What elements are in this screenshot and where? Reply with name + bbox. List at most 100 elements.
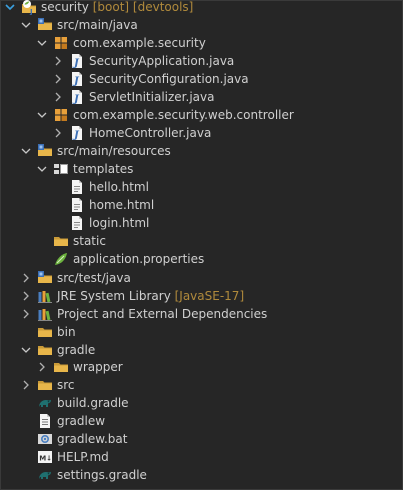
tree-item[interactable]: login.html: [1, 214, 402, 232]
chevron-right-icon[interactable]: [51, 88, 65, 106]
chevron-down-icon[interactable]: [35, 160, 49, 178]
chevron-right-icon[interactable]: [51, 124, 65, 142]
chevron-right-icon[interactable]: [19, 269, 33, 287]
tree-item-name: build.gradle: [57, 396, 129, 410]
tree-item[interactable]: src/test/java: [1, 269, 402, 287]
chevron-right-icon[interactable]: [51, 70, 65, 88]
tree-item-name: com.example.security: [73, 36, 206, 50]
tree-item-name: src/main/resources: [57, 144, 171, 158]
chevron-right-icon[interactable]: [19, 376, 33, 394]
tree-item-name: src: [57, 378, 75, 392]
chevron-down-icon[interactable]: [19, 142, 33, 160]
tree-item-decoration: [boot] [devtools]: [88, 0, 194, 14]
tree-item-label: templates: [73, 160, 133, 178]
properties-file-icon: [53, 251, 69, 267]
tree-item-label: gradle: [57, 341, 95, 359]
tree-item[interactable]: J SecurityConfiguration.java: [1, 70, 402, 88]
tree-item[interactable]: build.gradle: [1, 394, 402, 412]
tree-item[interactable]: home.html: [1, 196, 402, 214]
folder-icon: [37, 342, 53, 358]
tree-item-label: Project and External Dependencies: [57, 305, 267, 323]
chevron-right-icon[interactable]: [35, 358, 49, 376]
tree-item-label: gradlew.bat: [57, 430, 127, 448]
tree-item-label: src: [57, 376, 75, 394]
java-file-icon: J: [69, 125, 85, 141]
tree-item[interactable]: static: [1, 232, 402, 250]
tree-item-label: HomeController.java: [89, 124, 211, 142]
bat-file-icon: [37, 431, 53, 447]
html-file-icon: [69, 197, 85, 213]
tree-item[interactable]: application.properties: [1, 250, 402, 268]
tree-item[interactable]: bin: [1, 323, 402, 341]
tree-item[interactable]: src/main/java: [1, 16, 402, 34]
chevron-right-icon[interactable]: [51, 52, 65, 70]
tree-item-name: bin: [57, 325, 76, 339]
html-file-icon: [69, 215, 85, 231]
tree-item-name: gradlew.bat: [57, 432, 128, 446]
tree-item-label: JRE System Library [JavaSE-17]: [57, 287, 244, 305]
tree-item-name: security: [41, 0, 89, 14]
tree-item-name: HELP.md: [57, 450, 109, 464]
tree-item-label: src/test/java: [57, 269, 131, 287]
tree-item[interactable]: templates: [1, 160, 402, 178]
gradle-file-icon: [37, 395, 53, 411]
folder-icon: [53, 359, 69, 375]
tree-item-label: SecurityApplication.java: [89, 52, 234, 70]
source-folder-icon: [37, 17, 53, 33]
tree-item-label: settings.gradle: [57, 466, 147, 484]
java-file-icon: J: [69, 89, 85, 105]
chevron-right-icon[interactable]: [19, 287, 33, 305]
tree-item[interactable]: gradlew: [1, 412, 402, 430]
folder-icon: [37, 324, 53, 340]
tree-item[interactable]: Jsecurity [boot] [devtools]: [1, 0, 402, 16]
tree-item[interactable]: gradle: [1, 341, 402, 359]
chevron-down-icon[interactable]: [35, 106, 49, 124]
templates-folder-icon: [53, 161, 69, 177]
tree-item-name: src/test/java: [57, 271, 131, 285]
tree-item-decoration: [JavaSE-17]: [170, 289, 245, 303]
tree-item[interactable]: wrapper: [1, 358, 402, 376]
tree-item[interactable]: J ServletInitializer.java: [1, 88, 402, 106]
folder-icon: [37, 377, 53, 393]
tree-item-name: application.properties: [73, 252, 205, 266]
tree-item[interactable]: settings.gradle: [1, 466, 402, 484]
chevron-right-icon[interactable]: [19, 305, 33, 323]
tree-item[interactable]: hello.html: [1, 178, 402, 196]
tree-item-name: login.html: [89, 216, 150, 230]
markdown-file-icon: M↓: [37, 449, 53, 465]
tree-item-name: gradlew: [57, 414, 106, 428]
package-icon: [53, 107, 69, 123]
tree-item-label: security [boot] [devtools]: [41, 0, 193, 16]
tree-item-label: wrapper: [73, 358, 123, 376]
tree-item[interactable]: src: [1, 376, 402, 394]
tree-item[interactable]: gradlew.bat: [1, 430, 402, 448]
tree-item[interactable]: M↓ HELP.md: [1, 448, 402, 466]
tree-item[interactable]: src/main/resources: [1, 142, 402, 160]
package-icon: [53, 35, 69, 51]
html-file-icon: [69, 179, 85, 195]
tree-item-name: wrapper: [73, 360, 123, 374]
tree-item-name: SecurityConfiguration.java: [89, 72, 249, 86]
chevron-down-icon[interactable]: [35, 34, 49, 52]
tree-item-label: gradlew: [57, 412, 105, 430]
tree-item[interactable]: J SecurityApplication.java: [1, 52, 402, 70]
tree-item-name: settings.gradle: [57, 468, 147, 482]
chevron-down-icon[interactable]: [3, 0, 17, 16]
spring-project-icon: J: [21, 0, 37, 15]
tree-item-label: login.html: [89, 214, 149, 232]
tree-item-name: static: [73, 234, 106, 248]
tree-item[interactable]: com.example.security.web.controller: [1, 106, 402, 124]
tree-item[interactable]: com.example.security: [1, 34, 402, 52]
tree-item[interactable]: Project and External Dependencies: [1, 305, 402, 323]
tree-item-label: src/main/resources: [57, 142, 171, 160]
tree-item-name: SecurityApplication.java: [89, 54, 235, 68]
tree-item-name: gradle: [57, 343, 96, 357]
tree-item-label: home.html: [89, 196, 154, 214]
tree-item-label: src/main/java: [57, 16, 138, 34]
chevron-down-icon[interactable]: [19, 341, 33, 359]
tree-item-name: src/main/java: [57, 18, 138, 32]
chevron-down-icon[interactable]: [19, 16, 33, 34]
java-file-icon: J: [69, 71, 85, 87]
tree-item[interactable]: JRE System Library [JavaSE-17]: [1, 287, 402, 305]
tree-item[interactable]: J HomeController.java: [1, 124, 402, 142]
